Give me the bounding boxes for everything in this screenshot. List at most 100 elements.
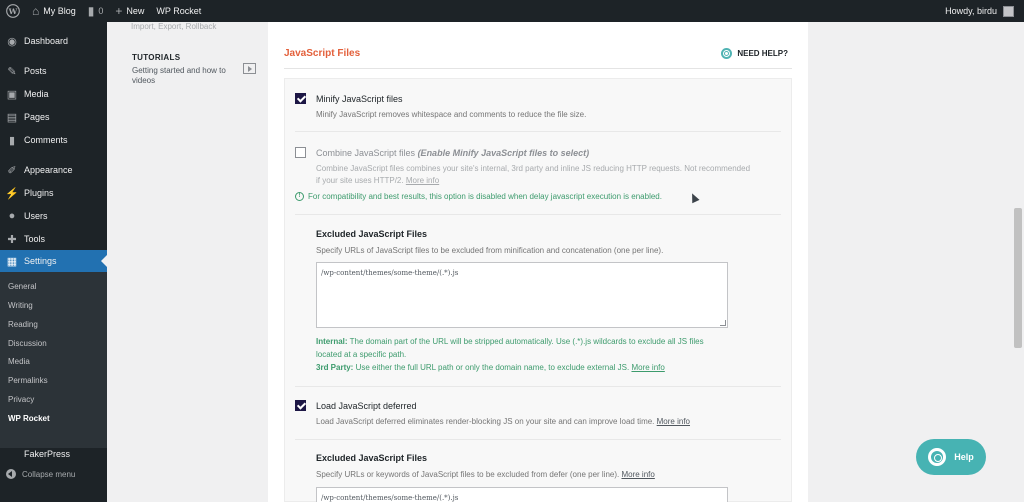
- nav-item-tutorials-sub: Getting started and how to videos: [132, 66, 226, 85]
- sidebar-item-appearance[interactable]: ✐ Appearance: [0, 159, 107, 181]
- howdy-text: Howdy, birdu: [945, 6, 997, 16]
- minify-js-label: Minify JavaScript files: [316, 93, 403, 104]
- defer-excluded-desc: Specify URLs or keywords of JavaScript f…: [316, 469, 655, 481]
- defer-js-desc: Load JavaScript deferred eliminates rend…: [316, 416, 690, 428]
- admin-bar: W ⌂ My Blog ▮ 0 + New WP Rocket Howdy, b…: [0, 0, 1024, 22]
- minify-js-checkbox[interactable]: [295, 93, 306, 104]
- defer-excluded-title: Excluded JavaScript Files: [316, 453, 428, 463]
- need-help-link[interactable]: NEED HELP?: [721, 48, 788, 59]
- third-party-text: Use either the full URL path or only the…: [355, 363, 630, 372]
- excluded-js-help: Internal: The domain part of the URL wil…: [316, 335, 716, 374]
- resize-handle[interactable]: [720, 320, 726, 326]
- sidebar-item-label: Dashboard: [24, 36, 69, 46]
- scrollbar-thumb[interactable]: [1014, 208, 1022, 348]
- combine-js-desc: Combine JavaScript files combines your s…: [316, 163, 786, 187]
- combine-js-checkbox[interactable]: [295, 147, 306, 158]
- sidebar-item-settings[interactable]: ▦ Settings: [0, 250, 107, 272]
- info-icon: !: [295, 192, 304, 201]
- wordpress-icon: W: [6, 4, 20, 18]
- new-content-link[interactable]: + New: [109, 0, 150, 22]
- comments-link[interactable]: ▮ 0: [82, 0, 110, 22]
- sidebar-item-label: Media: [24, 89, 49, 99]
- brush-icon: ✐: [7, 164, 17, 177]
- collapse-menu-button[interactable]: Collapse menu: [6, 469, 75, 479]
- excluded-js-desc: Specify URLs of JavaScript files to be e…: [316, 246, 664, 255]
- wp-rocket-link[interactable]: WP Rocket: [150, 0, 207, 22]
- sidebar-item-media[interactable]: ▣ Media: [0, 83, 107, 105]
- new-label: New: [126, 6, 145, 16]
- minify-js-desc: Minify JavaScript removes whitespace and…: [316, 110, 587, 119]
- wrench-icon: ✚: [7, 233, 17, 246]
- minify-js-option[interactable]: Minify JavaScript files: [295, 93, 403, 104]
- sidebar-item-comments[interactable]: ▮ Comments: [0, 129, 107, 151]
- section-title: JavaScript Files: [284, 48, 361, 59]
- lifebuoy-icon: [928, 448, 947, 466]
- excluded-js-value: /wp-content/themes/some-theme/(.*).js: [321, 269, 459, 277]
- submenu-media[interactable]: Media: [8, 357, 30, 366]
- settings-submenu: General Writing Reading Discussion Media…: [0, 272, 107, 448]
- need-help-label: NEED HELP?: [737, 49, 788, 58]
- sidebar-item-posts[interactable]: ✎ Posts: [0, 60, 107, 82]
- submenu-reading[interactable]: Reading: [8, 320, 38, 329]
- pages-icon: ▤: [6, 111, 18, 124]
- sidebar-item-label: Comments: [24, 135, 68, 145]
- defer-js-checkbox[interactable]: [295, 400, 306, 411]
- site-name: My Blog: [43, 6, 76, 16]
- home-icon: ⌂: [32, 4, 40, 18]
- help-label: Help: [954, 452, 974, 462]
- wordpress-logo[interactable]: W: [0, 0, 26, 22]
- defer-more-info-link[interactable]: More info: [657, 417, 690, 426]
- sidebar-item-label: Users: [24, 211, 48, 221]
- options-panel: Minify JavaScript files Minify JavaScrip…: [284, 78, 792, 502]
- collapse-icon: [6, 469, 16, 479]
- excluded-more-info-link[interactable]: More info: [631, 363, 664, 372]
- sidebar-item-pages[interactable]: ▤ Pages: [0, 106, 107, 128]
- dashboard-icon: ◉: [7, 35, 17, 48]
- comment-icon: ▮: [8, 134, 16, 147]
- defer-excluded-value: /wp-content/themes/some-theme/(.*).js: [321, 494, 459, 502]
- submenu-general[interactable]: General: [8, 282, 36, 291]
- comments-count: 0: [98, 6, 104, 16]
- combine-desc-line1: Combine JavaScript files combines your s…: [316, 164, 751, 173]
- account-menu[interactable]: Howdy, birdu: [939, 0, 1024, 22]
- defer-excluded-desc-text: Specify URLs or keywords of JavaScript f…: [316, 470, 620, 479]
- internal-text: The domain part of the URL will be strip…: [316, 337, 704, 359]
- excluded-js-textarea[interactable]: /wp-content/themes/some-theme/(.*).js: [316, 262, 728, 328]
- rocket-settings-nav: Import, Export, Rollback TUTORIALS Getti…: [107, 22, 267, 502]
- user-icon: ●: [8, 210, 16, 222]
- divider: [295, 386, 781, 387]
- svg-text:W: W: [8, 7, 18, 16]
- help-beacon-button[interactable]: Help: [916, 439, 986, 475]
- defer-js-option[interactable]: Load JavaScript deferred: [295, 400, 417, 411]
- settings-icon: ▦: [6, 255, 18, 268]
- sidebar-item-tools[interactable]: ✚ Tools: [0, 228, 107, 250]
- nav-item-tools-sub[interactable]: Import, Export, Rollback: [131, 22, 216, 31]
- sidebar-item-dashboard[interactable]: ◉ Dashboard: [0, 30, 107, 52]
- section-divider: [284, 68, 792, 69]
- submenu-permalinks[interactable]: Permalinks: [8, 376, 48, 385]
- submenu-writing[interactable]: Writing: [8, 301, 33, 310]
- nav-item-tutorials[interactable]: TUTORIALS: [132, 53, 180, 62]
- divider: [295, 214, 781, 215]
- sidebar-item-plugins[interactable]: ⚡ Plugins: [0, 182, 107, 204]
- submenu-wp-rocket[interactable]: WP Rocket: [8, 414, 50, 423]
- plus-icon: +: [115, 4, 123, 18]
- video-play-icon: [243, 63, 256, 74]
- combine-more-info-link[interactable]: More info: [406, 176, 439, 185]
- sidebar-item-users[interactable]: ● Users: [0, 205, 107, 227]
- combine-js-option[interactable]: Combine JavaScript files (Enable Minify …: [295, 147, 589, 158]
- site-name-link[interactable]: ⌂ My Blog: [26, 0, 82, 22]
- sidebar-item-label: Settings: [24, 256, 57, 266]
- defer-excluded-textarea[interactable]: /wp-content/themes/some-theme/(.*).js: [316, 487, 728, 502]
- combine-js-note: (Enable Minify JavaScript files to selec…: [417, 147, 590, 158]
- collapse-label: Collapse menu: [22, 469, 76, 479]
- sidebar-item-fakerpress[interactable]: FakerPress: [24, 449, 70, 459]
- submenu-discussion[interactable]: Discussion: [8, 339, 47, 348]
- submenu-privacy[interactable]: Privacy: [8, 395, 34, 404]
- page-scrollbar[interactable]: [1012, 22, 1024, 502]
- defer-desc-text: Load JavaScript deferred eliminates rend…: [316, 417, 655, 426]
- lifebuoy-icon: [721, 48, 733, 59]
- defer-excluded-more-info-link[interactable]: More info: [621, 470, 654, 479]
- media-icon: ▣: [6, 88, 18, 101]
- combine-js-label: Combine JavaScript files: [316, 147, 416, 158]
